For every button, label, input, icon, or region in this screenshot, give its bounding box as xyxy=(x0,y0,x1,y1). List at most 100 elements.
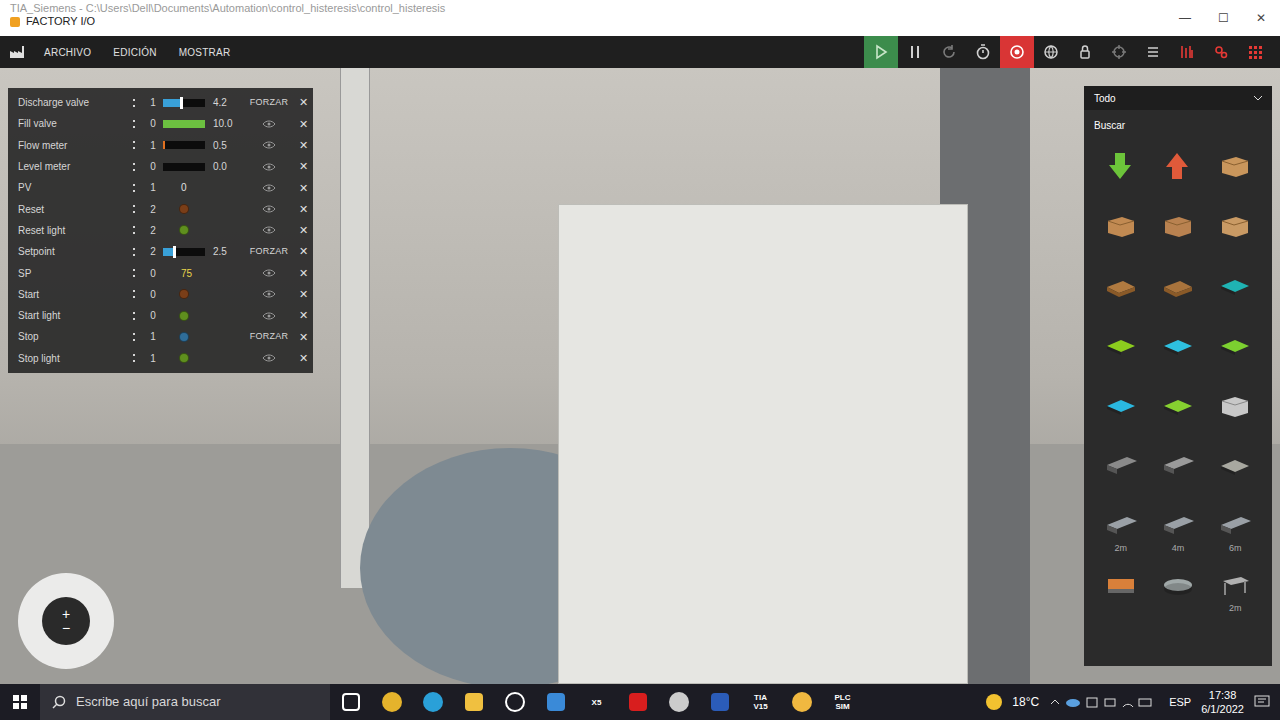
library-item[interactable] xyxy=(1149,570,1206,616)
tag-widget[interactable]: 75 xyxy=(163,266,245,281)
menu-item[interactable]: MOSTRAR xyxy=(179,45,231,60)
library-search[interactable]: Buscar xyxy=(1084,110,1272,140)
library-item[interactable] xyxy=(1149,390,1206,436)
force-button[interactable]: FORZAR xyxy=(250,96,288,110)
library-item[interactable] xyxy=(1092,450,1149,496)
tray-icons[interactable] xyxy=(1049,695,1159,709)
factory-icon[interactable] xyxy=(781,684,822,720)
library-item[interactable] xyxy=(1207,450,1264,496)
sensors-icon[interactable] xyxy=(1170,36,1204,68)
tag-widget[interactable] xyxy=(163,225,245,235)
slider-track[interactable] xyxy=(163,99,205,107)
notifications-icon[interactable] xyxy=(1254,695,1270,709)
taskbar-search[interactable]: Escribe aquí para buscar xyxy=(40,684,330,720)
remove-tag-button[interactable]: ✕ xyxy=(293,201,313,218)
gears-icon[interactable] xyxy=(1204,36,1238,68)
tag-widget[interactable] xyxy=(163,289,245,299)
tag-widget[interactable] xyxy=(163,204,245,214)
tag-widget[interactable]: 0 xyxy=(163,180,245,195)
target-icon[interactable] xyxy=(1102,36,1136,68)
remove-tag-button[interactable]: ✕ xyxy=(293,307,313,324)
clock[interactable]: 17:386/1/2022 xyxy=(1201,688,1244,716)
library-filter[interactable]: Todo xyxy=(1084,86,1272,110)
library-item[interactable] xyxy=(1149,150,1206,196)
tag-action[interactable]: FORZAR xyxy=(245,245,293,259)
zoom-control[interactable]: +− xyxy=(42,597,90,645)
lock-icon[interactable] xyxy=(1068,36,1102,68)
remove-tag-button[interactable]: ✕ xyxy=(293,286,313,303)
word-icon[interactable] xyxy=(699,684,740,720)
eye-icon[interactable] xyxy=(262,141,276,149)
library-item[interactable] xyxy=(1092,570,1149,616)
library-item[interactable] xyxy=(1149,450,1206,496)
eye-icon[interactable] xyxy=(262,205,276,213)
library-item[interactable] xyxy=(1149,270,1206,316)
library-item[interactable]: 2m xyxy=(1092,510,1149,556)
eye-icon[interactable] xyxy=(262,184,276,192)
tag-action[interactable] xyxy=(245,269,293,277)
slider-thumb[interactable] xyxy=(180,97,183,109)
library-item[interactable] xyxy=(1207,150,1264,196)
pause-icon[interactable] xyxy=(898,36,932,68)
tag-widget[interactable] xyxy=(163,353,245,363)
slider-thumb[interactable] xyxy=(173,246,176,258)
chevron-down-icon[interactable] xyxy=(1254,96,1262,101)
eye-icon[interactable] xyxy=(262,120,276,128)
tag-action[interactable] xyxy=(245,141,293,149)
dell-icon[interactable] xyxy=(494,684,535,720)
remove-tag-button[interactable]: ✕ xyxy=(293,350,313,367)
eye-icon[interactable] xyxy=(262,290,276,298)
eye-icon[interactable] xyxy=(262,226,276,234)
tag-widget[interactable] xyxy=(163,332,245,342)
library-item[interactable] xyxy=(1149,330,1206,376)
label-icon[interactable]: X5 xyxy=(576,684,617,720)
eye-icon[interactable] xyxy=(262,269,276,277)
remove-tag-button[interactable]: ✕ xyxy=(293,243,313,260)
tag-action[interactable] xyxy=(245,205,293,213)
globe-icon[interactable] xyxy=(1034,36,1068,68)
tag-action[interactable] xyxy=(245,163,293,171)
3d-scene[interactable]: Discharge valve14.2FORZAR✕Fill valve010.… xyxy=(0,68,1280,684)
window-control-button[interactable]: ☐ xyxy=(1204,0,1242,36)
remove-tag-button[interactable]: ✕ xyxy=(293,329,313,346)
tag-widget[interactable]: 10.0 xyxy=(163,116,245,131)
library-item[interactable] xyxy=(1092,390,1149,436)
window-control-button[interactable]: ✕ xyxy=(1242,0,1280,36)
library-item[interactable] xyxy=(1092,150,1149,196)
library-item[interactable]: 6m xyxy=(1207,510,1264,556)
folder-icon[interactable] xyxy=(453,684,494,720)
tag-widget[interactable] xyxy=(163,311,245,321)
zoom-out-button[interactable]: − xyxy=(62,621,70,635)
tag-action[interactable] xyxy=(245,290,293,298)
eye-icon[interactable] xyxy=(262,163,276,171)
tag-action[interactable]: FORZAR xyxy=(245,330,293,344)
label-icon[interactable]: TIA V15 xyxy=(740,684,781,720)
remove-tag-button[interactable]: ✕ xyxy=(293,222,313,239)
tag-widget[interactable]: 0.0 xyxy=(163,159,245,174)
window-control-button[interactable]: — xyxy=(1166,0,1204,36)
remove-tag-button[interactable]: ✕ xyxy=(293,116,313,133)
input-language[interactable]: ESP xyxy=(1169,694,1191,711)
library-item[interactable]: 4m xyxy=(1149,510,1206,556)
library-item[interactable] xyxy=(1207,390,1264,436)
library-item[interactable] xyxy=(1207,330,1264,376)
eye-icon[interactable] xyxy=(262,312,276,320)
edge-icon[interactable] xyxy=(412,684,453,720)
force-button[interactable]: FORZAR xyxy=(250,245,288,259)
library-item[interactable] xyxy=(1207,210,1264,256)
zoom-in-button[interactable]: + xyxy=(62,607,70,621)
circle-icon[interactable] xyxy=(658,684,699,720)
menu-item[interactable]: ARCHIVO xyxy=(44,45,91,60)
camera-navigation[interactable]: +− xyxy=(18,573,114,669)
library-item[interactable] xyxy=(1207,270,1264,316)
remove-tag-button[interactable]: ✕ xyxy=(293,180,313,197)
list-icon[interactable] xyxy=(1136,36,1170,68)
menu-item[interactable]: EDICIÓN xyxy=(113,45,156,60)
play-icon[interactable] xyxy=(864,36,898,68)
tag-widget[interactable]: 4.2 xyxy=(163,95,245,110)
library-item[interactable]: 2m xyxy=(1207,570,1264,616)
remove-tag-button[interactable]: ✕ xyxy=(293,265,313,282)
library-item[interactable] xyxy=(1092,330,1149,376)
acrobat-icon[interactable] xyxy=(617,684,658,720)
reset-icon[interactable] xyxy=(932,36,966,68)
